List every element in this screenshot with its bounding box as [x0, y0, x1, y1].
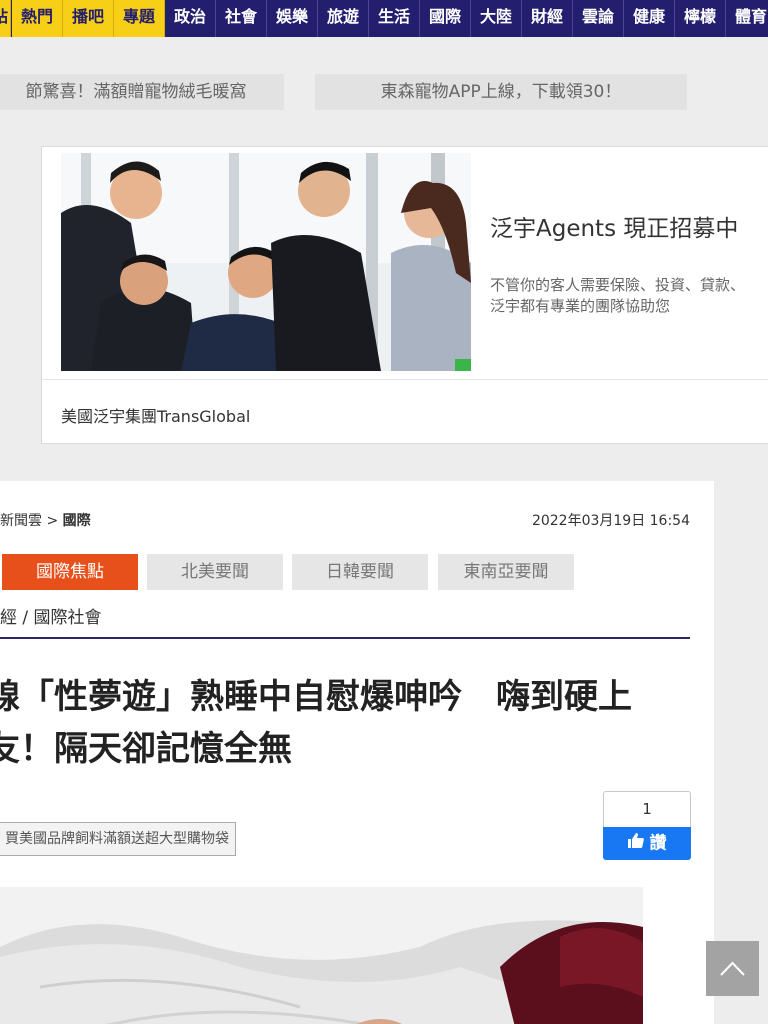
breadcrumb-separator: > [42, 513, 63, 529]
nav-item-travel[interactable]: 旅遊 [318, 0, 369, 37]
nav-item-lemon[interactable]: 檸檬 [675, 0, 726, 37]
tab-north-america[interactable]: 北美要聞 [147, 554, 283, 590]
article-date: 2022年03月19日 16:54 [531, 513, 690, 529]
nav-item-politics[interactable]: 政治 [165, 0, 216, 37]
ad-divider [42, 379, 768, 380]
headline-line-1: 線「性夢遊」熟睡中自慰爆呻吟 嗨到硬上 [0, 677, 632, 717]
like-count: 1 [603, 791, 691, 827]
article-photo-bed [0, 887, 643, 1024]
sponsored-link[interactable]: 買美國品牌飼料滿額送超大型購物袋 [0, 822, 236, 856]
article-panel: 新聞雲 > 國際 2022年03月19日 16:54 國際焦點 北美要聞 日韓要… [0, 481, 714, 1024]
ad-description-line-2: 泛宇都有專業的團隊協助您 [490, 297, 671, 315]
breadcrumb: 新聞雲 > 國際 [0, 510, 91, 530]
tab-japan-korea[interactable]: 日韓要聞 [292, 554, 428, 590]
breadcrumb-root[interactable]: 新聞雲 [0, 513, 42, 529]
like-label: 讚 [649, 833, 667, 854]
breadcrumb-current[interactable]: 國際 [63, 513, 91, 529]
nav-item-special[interactable]: 專題 [114, 0, 165, 37]
nav-item-station[interactable]: 站 [0, 0, 11, 37]
nav-item-society[interactable]: 社會 [216, 0, 267, 37]
nav-item-hot[interactable]: 熱門 [12, 0, 63, 37]
promo-banner-pet-gift[interactable]: 節驚喜！滿額贈寵物絨毛暖窩 [0, 74, 284, 110]
back-to-top-button[interactable] [706, 941, 759, 996]
ad-image[interactable] [61, 153, 471, 371]
ad-description-line-1: 不管你的客人需要保險、投資、貸款、 [490, 276, 746, 294]
chevron-up-icon [720, 961, 745, 976]
tab-southeast-asia[interactable]: 東南亞要聞 [438, 554, 574, 590]
nav-item-finance[interactable]: 財經 [522, 0, 573, 37]
article-category[interactable]: 經 / 國際社會 [0, 603, 102, 628]
like-button[interactable]: 讚 [603, 827, 691, 860]
tab-international-focus[interactable]: 國際焦點 [2, 554, 138, 590]
nav-item-mainland[interactable]: 大陸 [471, 0, 522, 37]
article-headline: 線「性夢遊」熟睡中自慰爆呻吟 嗨到硬上 友！隔天卻記憶全無 [0, 671, 706, 775]
ad-description: 不管你的客人需要保險、投資、貸款、 泛宇都有專業的團隊協助您 [490, 275, 768, 317]
nav-item-opinion[interactable]: 雲論 [573, 0, 624, 37]
facebook-like-widget[interactable]: 1 讚 [603, 791, 691, 860]
nav-item-health[interactable]: 健康 [624, 0, 675, 37]
nav-item-international[interactable]: 國際 [420, 0, 471, 37]
article-divider [0, 637, 690, 639]
top-nav: 站 熱門 播吧 專題 政治 社會 娛樂 旅遊 生活 國際 大陸 財經 雲論 健康… [0, 0, 768, 37]
ad-card[interactable]: 泛宇Agents 現正招募中 不管你的客人需要保險、投資、貸款、 泛宇都有專業的… [41, 146, 768, 444]
nav-item-entertainment[interactable]: 娛樂 [267, 0, 318, 37]
ad-title[interactable]: 泛宇Agents 現正招募中 [490, 209, 738, 243]
article-photo[interactable] [0, 887, 643, 1024]
promo-banner-pet-app[interactable]: 東森寵物APP上線，下載領30！ [315, 74, 687, 110]
ad-advertiser[interactable]: 美國泛宇集團TransGlobal [61, 403, 250, 427]
thumbs-up-icon [627, 827, 644, 860]
nav-item-podcast[interactable]: 播吧 [63, 0, 114, 37]
nav-item-sports[interactable]: 體育 [726, 0, 768, 37]
headline-line-2: 友！隔天卻記憶全無 [0, 729, 292, 769]
ad-photo-business-people [61, 153, 471, 371]
nav-item-life[interactable]: 生活 [369, 0, 420, 37]
